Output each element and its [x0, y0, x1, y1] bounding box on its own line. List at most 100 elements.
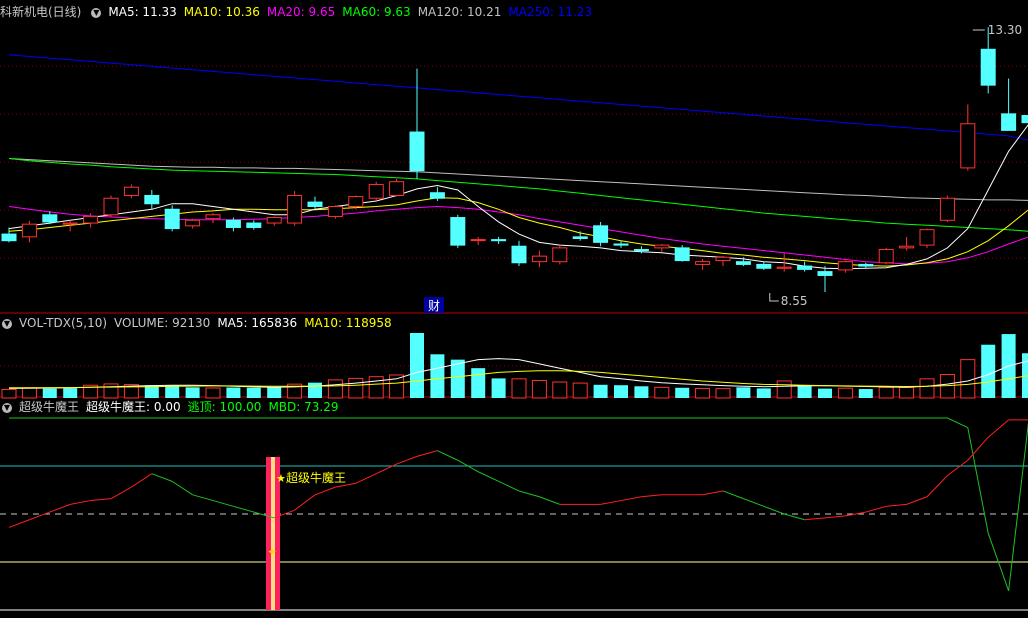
candle-body [307, 201, 323, 208]
candle-body [246, 222, 262, 228]
volume-bar [776, 380, 792, 399]
candle-body [225, 219, 241, 228]
signal-label: 超级牛魔王 [286, 470, 346, 485]
finance-marker-label: 财 [428, 299, 440, 313]
candle-body [144, 194, 160, 205]
volume-bar [226, 387, 241, 398]
volume-bar [715, 388, 731, 399]
volume-bar [695, 387, 711, 399]
candle-body [980, 48, 996, 86]
candle-body [715, 256, 731, 262]
candle-body [205, 214, 221, 220]
volume-bar [837, 387, 853, 399]
mbd-segment [967, 436, 989, 461]
volume-bar [308, 382, 322, 398]
volume-bar [348, 377, 364, 399]
mbd-segment [539, 496, 560, 505]
candle-body [103, 197, 119, 216]
high-price-label: 13.30 [988, 23, 1022, 37]
candle-body [552, 247, 568, 263]
candle-body [756, 263, 772, 269]
volume-bar [960, 359, 976, 399]
candle-body [389, 181, 405, 196]
mbd-segment [926, 475, 948, 498]
mbd-segment [171, 480, 193, 496]
volume-bar [919, 378, 935, 399]
candle-body [266, 217, 282, 224]
candle-body [633, 249, 649, 252]
candle-body [613, 243, 629, 246]
mbd-segment [416, 450, 438, 457]
mbd-segment [131, 473, 153, 488]
volume-bar [614, 385, 628, 398]
volume-bar [552, 381, 568, 399]
mbd-segment [294, 494, 316, 511]
candle-body [1, 233, 17, 242]
mbd-segment [8, 519, 30, 528]
ma-line-ma250 [8, 54, 1028, 141]
candle-body [776, 266, 792, 269]
volume-bar [471, 368, 486, 398]
mbd-segment [743, 498, 764, 507]
volume-bar [165, 385, 180, 398]
volume-bar [185, 387, 200, 398]
mbd-segment [620, 496, 642, 502]
candle-body [491, 239, 507, 242]
volume-bar [675, 387, 690, 398]
volume-bar [531, 380, 547, 399]
mbd-segment [314, 486, 336, 496]
mbd-segment [477, 471, 499, 482]
candle-body [287, 194, 303, 224]
volume-bar [818, 388, 832, 398]
candle-body [62, 222, 78, 225]
ma-line-ma60 [8, 158, 1028, 232]
candle-body [164, 208, 180, 230]
candle-body [368, 183, 384, 199]
mbd-segment [518, 490, 540, 498]
mbd-segment [498, 480, 520, 492]
mbd-segment [29, 511, 50, 521]
mbd-segment [212, 500, 234, 507]
volume-bar [327, 379, 343, 399]
candle-body [185, 219, 201, 227]
low-price-pointer [769, 293, 779, 302]
volume-bar [511, 378, 527, 399]
volume-bar [797, 385, 812, 398]
volume-bar [756, 388, 771, 398]
candle-body [21, 223, 37, 238]
mbd-segment [722, 490, 744, 500]
candle-body [695, 261, 711, 265]
volume-bar [858, 389, 873, 398]
volume-bar [654, 386, 670, 399]
candle-body [1021, 114, 1028, 124]
escape-top-line [9, 417, 1028, 591]
stock-chart-canvas[interactable]: 13.30 8.55 财 ★ 超级牛魔王 ✦ [0, 0, 1028, 618]
low-price-label: 8.55 [781, 294, 808, 308]
mbd-segment [151, 473, 173, 482]
candle-body [1001, 113, 1017, 131]
volume-bar [1, 388, 17, 399]
candle-body [735, 261, 751, 265]
candle-body [939, 197, 955, 221]
mbd-segment [906, 496, 928, 505]
volume-bar [491, 378, 506, 398]
mbd-segment [886, 503, 907, 507]
candle-body [42, 214, 58, 223]
mbd-segment [784, 513, 805, 521]
mbd-segment [110, 486, 132, 500]
volume-bar [430, 354, 445, 398]
mbd-segment [437, 450, 459, 461]
mbd-segment [192, 494, 214, 502]
candle-body [858, 263, 874, 267]
volume-bar [878, 386, 894, 399]
volume-bar [246, 387, 261, 398]
candle-body [123, 186, 139, 196]
candle-body [674, 247, 690, 262]
mbd-segment [641, 494, 662, 498]
mbd-segment [396, 455, 418, 465]
candle-body [429, 192, 445, 199]
candle-body [511, 245, 527, 264]
mbd-segment [600, 500, 622, 505]
mbd-segment [804, 517, 826, 521]
volume-bar [410, 333, 424, 398]
